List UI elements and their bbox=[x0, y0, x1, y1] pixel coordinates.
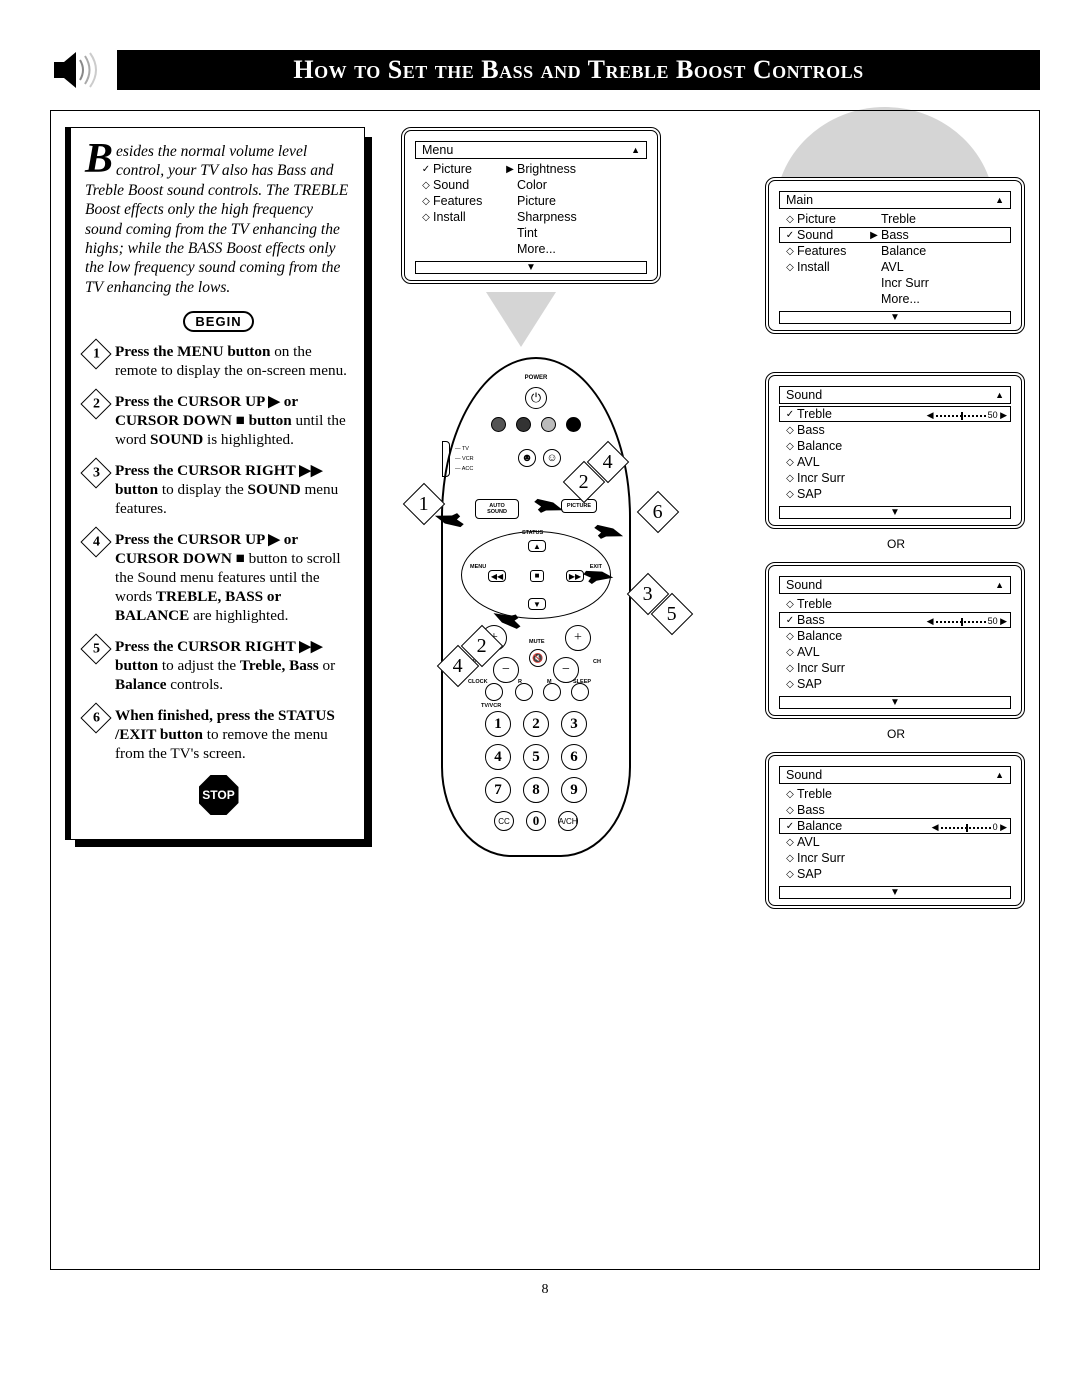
ch-up: + bbox=[565, 625, 591, 651]
face-icon: ☺ bbox=[543, 449, 561, 467]
ach-button: A/CH bbox=[558, 811, 578, 831]
power-button: ⏻ bbox=[525, 387, 547, 409]
step-1: 1Press the MENU button on the remote to … bbox=[85, 342, 352, 380]
osd-sound-treble: Sound▲ ✓Treble◀ 50 ▶◇Bass◇Balance◇AVL◇In… bbox=[765, 372, 1025, 529]
vol-down: − bbox=[493, 657, 519, 683]
key-7: 7 bbox=[485, 777, 511, 803]
intro-text: Besides the normal volume level control,… bbox=[85, 142, 352, 297]
step-3: 3Press the CURSOR RIGHT ▶▶ button to dis… bbox=[85, 461, 352, 518]
cc-button: CC bbox=[494, 811, 514, 831]
or-label-2: OR bbox=[887, 727, 905, 741]
content-frame: Besides the normal volume level control,… bbox=[50, 110, 1040, 1270]
key-1: 1 bbox=[485, 711, 511, 737]
osd-sound-balance: Sound▲ ◇Treble◇Bass✓Balance◀ 0 ▶◇AVL◇Inc… bbox=[765, 752, 1025, 909]
key-2: 2 bbox=[523, 711, 549, 737]
page-number: 8 bbox=[50, 1282, 1040, 1298]
begin-badge: BEGIN bbox=[183, 311, 253, 332]
face-icon: ☻ bbox=[518, 449, 536, 467]
osd-menu: Menu▲ ✓Picture▶Brightness◇SoundColor◇Fea… bbox=[401, 127, 661, 284]
instruction-panel: Besides the normal volume level control,… bbox=[65, 127, 365, 840]
page-title: How to Set the Bass and Treble Boost Con… bbox=[117, 50, 1040, 90]
auto-sound-button: AUTO SOUND bbox=[475, 499, 519, 519]
callout-6: 6 bbox=[637, 491, 679, 533]
step-2: 2Press the CURSOR UP ▶ or CURSOR DOWN ■ … bbox=[85, 392, 352, 449]
key-5: 5 bbox=[523, 744, 549, 770]
key-8: 8 bbox=[523, 777, 549, 803]
remote-control: POWER ⏻ — TV— VCR— ACC ☻ ☺ AUTO SOUND PI… bbox=[441, 357, 631, 857]
mute-button: 🔇 bbox=[529, 649, 547, 667]
step-5: 5Press the CURSOR RIGHT ▶▶ button to adj… bbox=[85, 637, 352, 694]
key-6: 6 bbox=[561, 744, 587, 770]
or-label-1: OR bbox=[887, 537, 905, 551]
step-6: 6When finished, press the STATUS /EXIT b… bbox=[85, 706, 352, 763]
osd-sound-bass: Sound▲ ◇Treble✓Bass◀ 50 ▶◇Balance◇AVL◇In… bbox=[765, 562, 1025, 719]
key-9: 9 bbox=[561, 777, 587, 803]
key-3: 3 bbox=[561, 711, 587, 737]
step-4: 4Press the CURSOR UP ▶ or CURSOR DOWN ■ … bbox=[85, 530, 352, 625]
key-0: 0 bbox=[526, 811, 546, 831]
osd-main: Main▲ ◇PictureTreble✓Sound▶Bass◇Features… bbox=[765, 177, 1025, 334]
key-4: 4 bbox=[485, 744, 511, 770]
speaker-icon bbox=[50, 50, 105, 90]
stop-badge: STOP bbox=[199, 775, 239, 815]
